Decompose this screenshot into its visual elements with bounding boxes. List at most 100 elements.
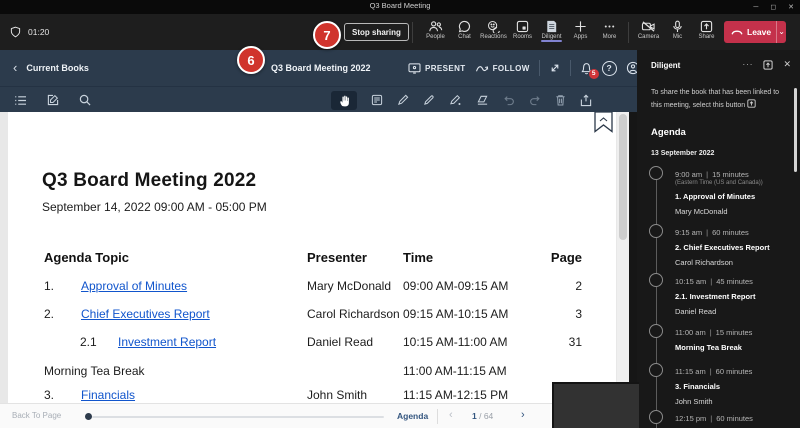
self-video-tile bbox=[552, 382, 639, 428]
table-header-row: Agenda Topic Presenter Time Page bbox=[8, 250, 616, 266]
document-title: Q3 Board Meeting 2022 bbox=[42, 170, 256, 192]
stop-sharing-button[interactable]: Stop sharing bbox=[344, 23, 409, 41]
back-to-current-books[interactable]: ‹ Current Books bbox=[13, 50, 89, 86]
table-row: 3. Financials John Smith 11:15 AM-12:15 … bbox=[8, 388, 616, 404]
toolbar-divider bbox=[628, 22, 629, 43]
diligent-side-panel: Diligent ··· ✕ To share the book that ha… bbox=[637, 50, 800, 428]
agenda-topic-link[interactable]: Chief Executives Report bbox=[81, 307, 210, 321]
document-toolbar bbox=[0, 86, 637, 113]
compose-note-icon[interactable] bbox=[47, 94, 59, 106]
agenda-topic-link[interactable]: Investment Report bbox=[118, 335, 216, 349]
row-time: 09:15 AM-10:15 AM bbox=[403, 307, 508, 321]
present-button[interactable]: PRESENT bbox=[408, 63, 466, 74]
row-number: 1. bbox=[44, 279, 54, 293]
share-button[interactable]: Share bbox=[692, 17, 721, 40]
header-page: Page bbox=[542, 250, 582, 265]
close-icon[interactable]: ✕ bbox=[788, 4, 794, 11]
leave-dropdown-caret[interactable]: ⌄ bbox=[776, 21, 786, 43]
window-title: Q3 Board Meeting bbox=[0, 1, 800, 10]
row-time: 10:15 AM-11:00 AM bbox=[403, 335, 508, 349]
agenda-item[interactable]: 11:15 am|60 minutes 3. Financials John S… bbox=[637, 367, 800, 406]
agenda-topic-link[interactable]: Approval of Minutes bbox=[81, 279, 187, 293]
diligent-app-button[interactable]: Diligent bbox=[537, 17, 566, 40]
meeting-toolbar: 01:20 7 Stop sharing People Chat bbox=[0, 14, 800, 50]
meeting-toolbar-items: People Chat Reactions Rooms bbox=[421, 17, 624, 40]
more-button[interactable]: More bbox=[595, 17, 624, 40]
maximize-icon[interactable]: ◻ bbox=[770, 4, 776, 11]
book-title: Q3 Board Meeting 2022 bbox=[271, 50, 371, 86]
panel-more-icon[interactable]: ··· bbox=[742, 60, 753, 69]
eraser-tool-icon[interactable] bbox=[476, 94, 489, 106]
fountain-pen-tool-icon[interactable] bbox=[449, 94, 462, 106]
agenda-item-title: Morning Tea Break bbox=[675, 343, 800, 352]
table-of-contents-icon[interactable] bbox=[14, 95, 27, 106]
shield-icon bbox=[10, 26, 21, 38]
agenda-item[interactable]: 12:15 pm|60 minutes bbox=[637, 414, 800, 423]
agenda-item-title: 2. Chief Executives Report bbox=[675, 243, 800, 252]
panel-instruction: To share the book that has been linked t… bbox=[651, 86, 787, 113]
header-presenter: Presenter bbox=[307, 250, 367, 265]
meeting-timer: 01:20 bbox=[28, 27, 49, 37]
document-scrollbar[interactable] bbox=[617, 112, 629, 403]
popout-hint-icon bbox=[747, 99, 756, 108]
next-page-icon[interactable]: › bbox=[521, 409, 525, 421]
back-to-page-label[interactable]: Back To Page bbox=[12, 411, 61, 420]
people-button[interactable]: People bbox=[421, 17, 450, 40]
agenda-page-link[interactable]: Agenda bbox=[397, 411, 428, 421]
rooms-button[interactable]: Rooms bbox=[508, 17, 537, 40]
export-icon[interactable] bbox=[580, 94, 592, 107]
bookmark-icon[interactable] bbox=[594, 112, 613, 133]
page-slider-handle[interactable] bbox=[85, 413, 92, 420]
minimize-icon[interactable]: ─ bbox=[753, 4, 758, 11]
timeline-marker-icon bbox=[649, 166, 663, 180]
agenda-item[interactable]: 9:15 am|60 minutes 2. Chief Executives R… bbox=[637, 228, 800, 267]
agenda-item-presenter: Daniel Read bbox=[675, 307, 800, 316]
document-canvas: Q3 Board Meeting 2022 September 14, 2022… bbox=[0, 112, 637, 403]
pencil-tool-icon[interactable] bbox=[423, 94, 435, 106]
header-divider bbox=[539, 60, 540, 76]
agenda-topic-link[interactable]: Financials bbox=[81, 388, 135, 402]
hand-tool-button[interactable] bbox=[331, 91, 357, 110]
follow-button[interactable]: FOLLOW bbox=[475, 63, 530, 74]
help-button[interactable]: ? bbox=[602, 61, 617, 76]
panel-close-icon[interactable]: ✕ bbox=[783, 59, 791, 70]
trash-icon[interactable] bbox=[555, 94, 566, 106]
annotation-tools bbox=[331, 87, 592, 113]
row-number: 3. bbox=[44, 388, 54, 402]
canvas-right-gap bbox=[629, 112, 637, 403]
row-time: 09:00 AM-09:15 AM bbox=[403, 279, 508, 293]
undo-icon[interactable] bbox=[503, 95, 515, 106]
leave-button[interactable]: Leave ⌄ bbox=[724, 21, 786, 43]
search-icon[interactable] bbox=[79, 94, 91, 106]
previous-page-icon[interactable]: ‹ bbox=[449, 409, 453, 421]
agenda-item[interactable]: 9:00 am|15 minutes (Eastern Time (US and… bbox=[637, 170, 800, 216]
panel-popout-icon[interactable] bbox=[763, 60, 773, 70]
timeline-marker-icon bbox=[649, 224, 663, 238]
panel-scrollbar-thumb[interactable] bbox=[794, 88, 797, 172]
panel-date-heading: 13 September 2022 bbox=[651, 150, 714, 157]
expand-icon[interactable] bbox=[549, 62, 561, 74]
scrollbar-thumb[interactable] bbox=[619, 114, 627, 240]
total-pages: / 64 bbox=[479, 411, 493, 421]
pen-tool-icon[interactable] bbox=[397, 94, 409, 106]
device-toolbar-items: Camera Mic Share bbox=[634, 17, 721, 40]
notifications-button[interactable]: 5 bbox=[580, 62, 593, 75]
table-row: 1. Approval of Minutes Mary McDonald 09:… bbox=[8, 279, 616, 295]
agenda-item-title: 3. Financials bbox=[675, 382, 800, 391]
row-presenter: Mary McDonald bbox=[307, 279, 391, 293]
agenda-item[interactable]: 11:00 am|15 minutes Morning Tea Break bbox=[637, 328, 800, 352]
redo-icon[interactable] bbox=[529, 95, 541, 106]
notes-tool-icon[interactable] bbox=[371, 94, 383, 106]
leave-button-main[interactable]: Leave bbox=[724, 27, 776, 37]
agenda-item[interactable]: 10:15 am|45 minutes 2.1. Investment Repo… bbox=[637, 277, 800, 316]
camera-button[interactable]: Camera bbox=[634, 17, 663, 40]
panel-agenda-heading: Agenda bbox=[651, 127, 686, 138]
document-page: Q3 Board Meeting 2022 September 14, 2022… bbox=[8, 112, 616, 403]
apps-button[interactable]: Apps bbox=[566, 17, 595, 40]
mic-button[interactable]: Mic bbox=[663, 17, 692, 40]
reactions-button[interactable]: Reactions bbox=[479, 17, 508, 40]
chat-button[interactable]: Chat bbox=[450, 17, 479, 40]
agenda-item-presenter: Mary McDonald bbox=[675, 207, 800, 216]
chevron-left-icon: ‹ bbox=[13, 60, 17, 75]
page-slider-track[interactable] bbox=[92, 416, 384, 418]
